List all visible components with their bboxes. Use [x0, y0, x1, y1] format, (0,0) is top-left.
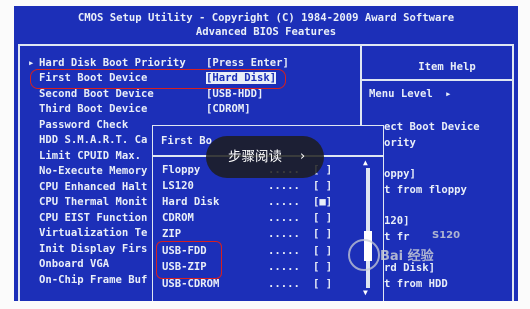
menu-level-text: Menu Level: [369, 88, 433, 100]
watermark-text: Bai 经验: [380, 249, 434, 264]
option-checkbox[interactable]: [ ]: [313, 180, 332, 192]
option-checkbox[interactable]: [ ]: [313, 261, 332, 273]
option-dots: .....: [268, 261, 300, 273]
chevron-right-icon: ›: [300, 149, 306, 164]
first-boot-device-highlight: [30, 69, 286, 89]
help-line: t fr: [384, 231, 410, 243]
option-name: Floppy: [162, 164, 201, 176]
help-line: 120]: [384, 215, 410, 227]
item-help-title: Item Help: [418, 61, 476, 73]
option-checkbox[interactable]: [ ]: [313, 278, 332, 290]
help-line: t from HDD: [384, 278, 448, 290]
option-name: LS120: [162, 180, 194, 192]
option-name: USB-CDROM: [162, 278, 220, 290]
header-line-2: Advanced BIOS Features: [195, 26, 337, 38]
help-title-divider: [360, 79, 512, 81]
help-line: t from floppy: [384, 184, 467, 196]
option-checkbox[interactable]: [ ]: [313, 212, 332, 224]
option-name: CDROM: [162, 212, 194, 224]
option-dots: .....: [268, 245, 300, 257]
left-border: [18, 44, 20, 301]
header-divider: [18, 44, 514, 46]
option-dots: .....: [268, 278, 300, 290]
menu-value-third-boot-device[interactable]: [CDROM]: [206, 103, 251, 115]
scroll-down-icon[interactable]: ▼: [363, 288, 368, 297]
usb-options-highlight: [156, 241, 222, 279]
option-name: Hard Disk: [162, 196, 220, 208]
option-dots: .....: [268, 180, 300, 192]
bios-header: CMOS Setup Utility - Copyright (C) 1984-…: [14, 11, 518, 39]
menu-item-second-boot-device[interactable]: Second Boot Device: [39, 88, 189, 100]
help-line: ority: [384, 137, 416, 149]
menu-value-hard-disk-boot-priority[interactable]: [Press Enter]: [206, 57, 289, 69]
option-name: ZIP: [162, 228, 182, 240]
step-reading-label: 步骤阅读: [228, 149, 282, 165]
menu-item-third-boot-device[interactable]: Third Boot Device: [39, 103, 189, 115]
menu-item-hard-disk-boot-priority[interactable]: Hard Disk Boot Priority: [39, 57, 189, 69]
photo-frame: CMOS Setup Utility - Copyright (C) 1984-…: [0, 0, 530, 309]
option-checkbox[interactable]: [ ]: [313, 228, 332, 240]
menu-level-label: Menu Level ▸: [369, 88, 452, 100]
menu-level-arrow-icon: ▸: [445, 88, 452, 100]
step-reading-button[interactable]: 步骤阅读 ›: [206, 136, 324, 178]
option-dots: .....: [268, 228, 300, 240]
watermark-sub: S120: [432, 230, 461, 241]
popup-title: First Bo: [161, 135, 213, 147]
option-checkbox[interactable]: [ ]: [313, 245, 332, 257]
watermark-paw-icon: [348, 239, 380, 271]
option-checkbox[interactable]: [■]: [313, 196, 332, 208]
scroll-up-icon[interactable]: ▲: [363, 158, 368, 167]
header-line-1: CMOS Setup Utility - Copyright (C) 1984-…: [77, 12, 455, 24]
right-border: [512, 44, 514, 301]
selection-arrow-icon: ▸: [28, 57, 35, 69]
option-dots: .....: [268, 196, 300, 208]
help-line: ect Boot Device: [384, 121, 480, 133]
option-dots: .....: [268, 212, 300, 224]
help-line: oppy]: [384, 168, 416, 180]
menu-value-second-boot-device[interactable]: [USB-HDD]: [206, 88, 263, 100]
